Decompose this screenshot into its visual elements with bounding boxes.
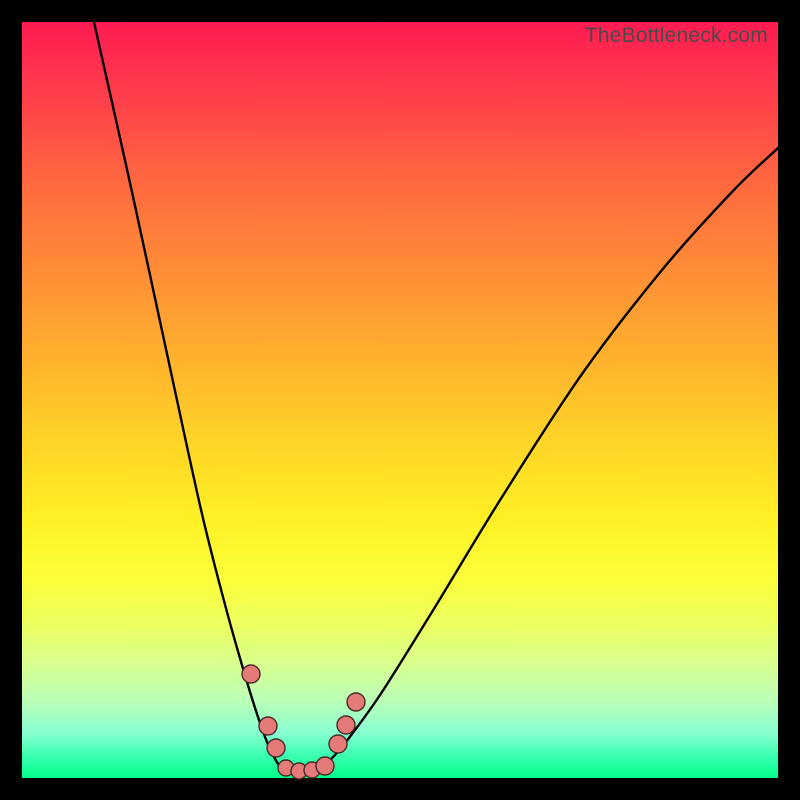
curve-markers xyxy=(242,665,365,779)
data-point-marker xyxy=(316,757,334,775)
data-point-marker xyxy=(329,735,347,753)
data-point-marker xyxy=(337,716,355,734)
chart-plot-area: TheBottleneck.com xyxy=(22,22,778,778)
data-point-marker xyxy=(347,693,365,711)
curve-left-arm xyxy=(94,22,280,767)
data-point-marker xyxy=(267,739,285,757)
curve-svg xyxy=(22,22,778,778)
curve-right-arm xyxy=(322,148,778,767)
data-point-marker xyxy=(259,717,277,735)
data-point-marker xyxy=(242,665,260,683)
